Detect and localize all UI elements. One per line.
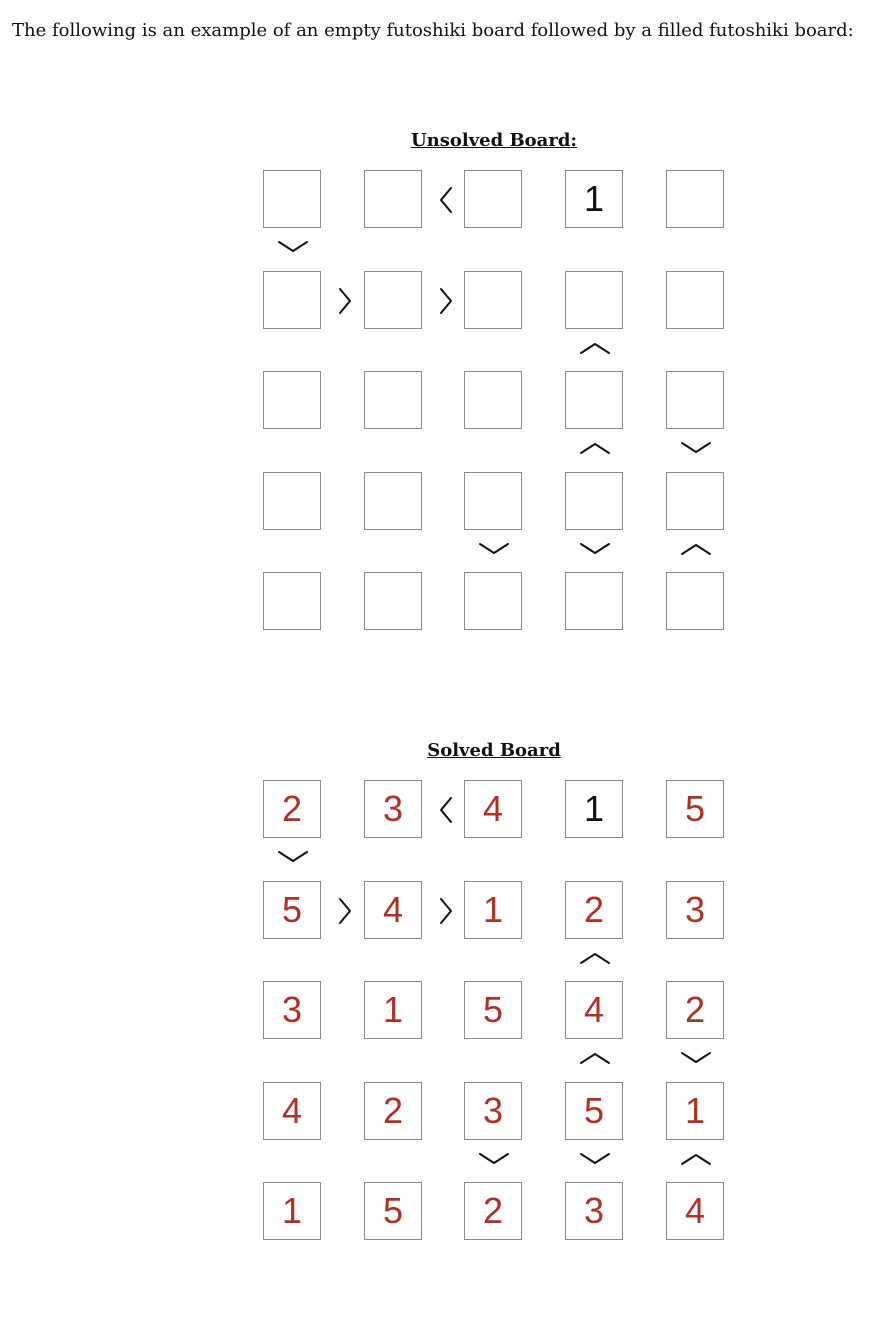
- solved-board: 2341554123315424235115234: [0, 0, 872, 1240]
- solved-cell-r1c2: 3: [364, 780, 422, 838]
- unsolved-cell-r4c2: [364, 471, 422, 530]
- solved-cell-r2c1: 5: [263, 880, 321, 939]
- solved-board-title: Solved Board: [427, 740, 561, 761]
- down-chevron-icon-unsolved-c4: [580, 542, 610, 554]
- solved-cell-r3c5: 2: [666, 981, 724, 1039]
- solved-cell-r4c1: 4: [263, 1081, 321, 1140]
- up-chevron-icon-solved-c4: [580, 952, 610, 964]
- solved-cell-r5c2: 5: [364, 1182, 422, 1240]
- solved-cell-r1c1: 2: [263, 780, 321, 838]
- solved-cell-r2c3: 1: [464, 880, 522, 939]
- solved-cell-r4c2: 2: [364, 1081, 422, 1140]
- unsolved-cell-r4c1: [263, 471, 321, 530]
- unsolved-cell-r5c5: [666, 572, 724, 630]
- up-chevron-icon-solved-c5: [681, 1153, 711, 1165]
- up-chevron-icon-solved-c4: [580, 1053, 610, 1064]
- solved-cell-r4c4: 5: [565, 1081, 623, 1140]
- solved-cell-r3c3: 5: [464, 981, 522, 1039]
- unsolved-cell-r5c1: [263, 572, 321, 630]
- down-chevron-icon-solved-c1: [278, 851, 308, 862]
- solved-cell-r1c5: 5: [666, 780, 724, 838]
- solved-cell-r3c1: 3: [263, 981, 321, 1039]
- down-chevron-icon-solved-c3: [479, 1152, 509, 1164]
- solved-cell-r5c4: 3: [565, 1182, 623, 1240]
- unsolved-cell-r5c2: [364, 572, 422, 630]
- greater-than-sign-solved-r2: [339, 897, 351, 924]
- down-chevron-icon-solved-c4: [580, 1152, 610, 1164]
- down-chevron-icon-solved-c5: [681, 1052, 711, 1063]
- solved-cell-r4c3: 3: [464, 1081, 522, 1140]
- unsolved-cell-r5c4: [565, 572, 623, 630]
- unsolved-cell-r5c3: [464, 572, 522, 630]
- unsolved-cell-r4c3: [464, 471, 522, 530]
- unsolved-cell-r4c4: [565, 471, 623, 530]
- unsolved-cell-r4c5: [666, 471, 724, 530]
- greater-than-sign-solved-r2: [440, 897, 452, 924]
- less-than-sign-solved-r1: [440, 797, 452, 823]
- up-chevron-icon-unsolved-c5: [681, 543, 711, 555]
- solved-cell-r5c1: 1: [263, 1182, 321, 1240]
- solved-cell-r1c4: 1: [565, 780, 623, 838]
- solved-cell-r2c5: 3: [666, 880, 724, 939]
- solved-cell-r2c2: 4: [364, 880, 422, 939]
- solved-cell-r5c3: 2: [464, 1182, 522, 1240]
- down-chevron-icon-unsolved-c3: [479, 542, 509, 554]
- solved-cell-r4c5: 1: [666, 1081, 724, 1140]
- solved-cell-r3c4: 4: [565, 981, 623, 1039]
- solved-cell-r2c4: 2: [565, 880, 623, 939]
- solved-cell-r1c3: 4: [464, 780, 522, 838]
- solved-cell-r3c2: 1: [364, 981, 422, 1039]
- solved-cell-r5c5: 4: [666, 1182, 724, 1240]
